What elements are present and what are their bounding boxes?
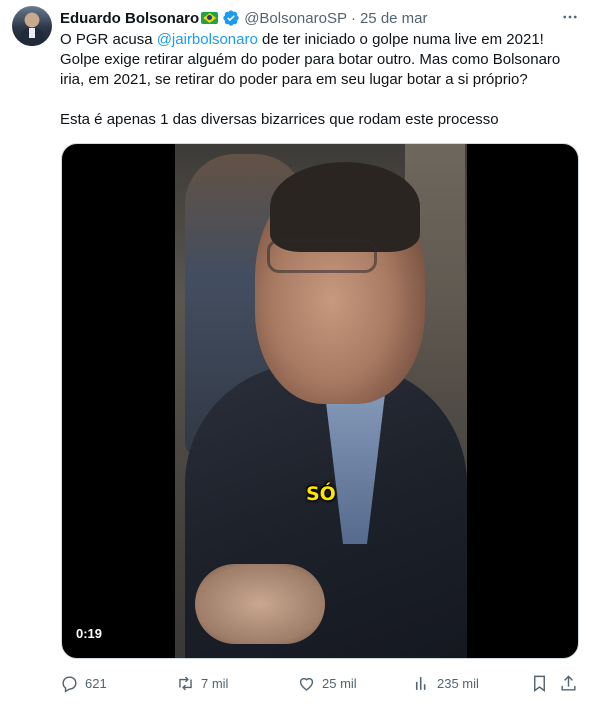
mention-link[interactable]: @jairbolsonaro [157,31,258,48]
reply-button[interactable]: 621 [60,670,107,696]
video-timecode: 0:19 [76,626,103,641]
reply-icon [62,675,77,693]
verified-badge-icon[interactable] [222,9,240,27]
share-icon [561,674,576,691]
share-button[interactable] [559,670,584,696]
avatar[interactable] [12,6,52,46]
bookmark-icon [534,675,545,692]
video-subject-hand [195,564,325,644]
like-icon [299,677,314,691]
text-segment: de ter iniciado o golpe numa live em 202… [257,31,544,48]
views-icon [415,676,426,690]
video-subject-glasses [267,239,377,273]
view-count: 235 mil [437,675,479,691]
author-handle[interactable]: @BolsonaroSP [244,10,347,27]
tweet-line-1: O PGR acusa @jairbolsonaro de ter inicia… [60,30,585,50]
like-button[interactable]: 25 mil [297,670,357,696]
like-count: 25 mil [322,675,357,691]
tweet-line-3: Esta é apenas 1 das diversas bizarrices … [60,111,499,128]
tweet-text: O PGR acusa @jairbolsonaro de ter inicia… [60,30,585,130]
more-icon[interactable] [559,6,581,28]
author-name[interactable]: Eduardo Bolsonaro [60,10,199,27]
views-button[interactable]: 235 mil [412,670,479,696]
retweet-icon [179,676,192,690]
tweet[interactable]: Eduardo Bolsonaro @BolsonaroSP · 25 de m… [0,0,597,707]
text-segment: O PGR acusa [60,31,157,48]
separator-dot: · [350,9,356,27]
tweet-line-2: Golpe exige retirar alguém do poder para… [60,51,561,88]
video-player[interactable]: SÓ 0:19 [61,143,579,659]
brazil-flag-icon [201,12,219,24]
tweet-header: Eduardo Bolsonaro @BolsonaroSP · 25 de m… [60,8,428,28]
video-frame [175,144,467,658]
retweet-button[interactable]: 7 mil [176,670,228,696]
avatar-collar [29,28,35,38]
retweet-count: 7 mil [201,675,229,691]
action-bar: 621 7 mil 25 mil 235 mil [60,670,585,696]
reply-count: 621 [85,675,107,691]
bookmark-button[interactable] [530,670,555,696]
tweet-date[interactable]: 25 de mar [360,10,428,27]
video-caption: SÓ [306,483,336,505]
